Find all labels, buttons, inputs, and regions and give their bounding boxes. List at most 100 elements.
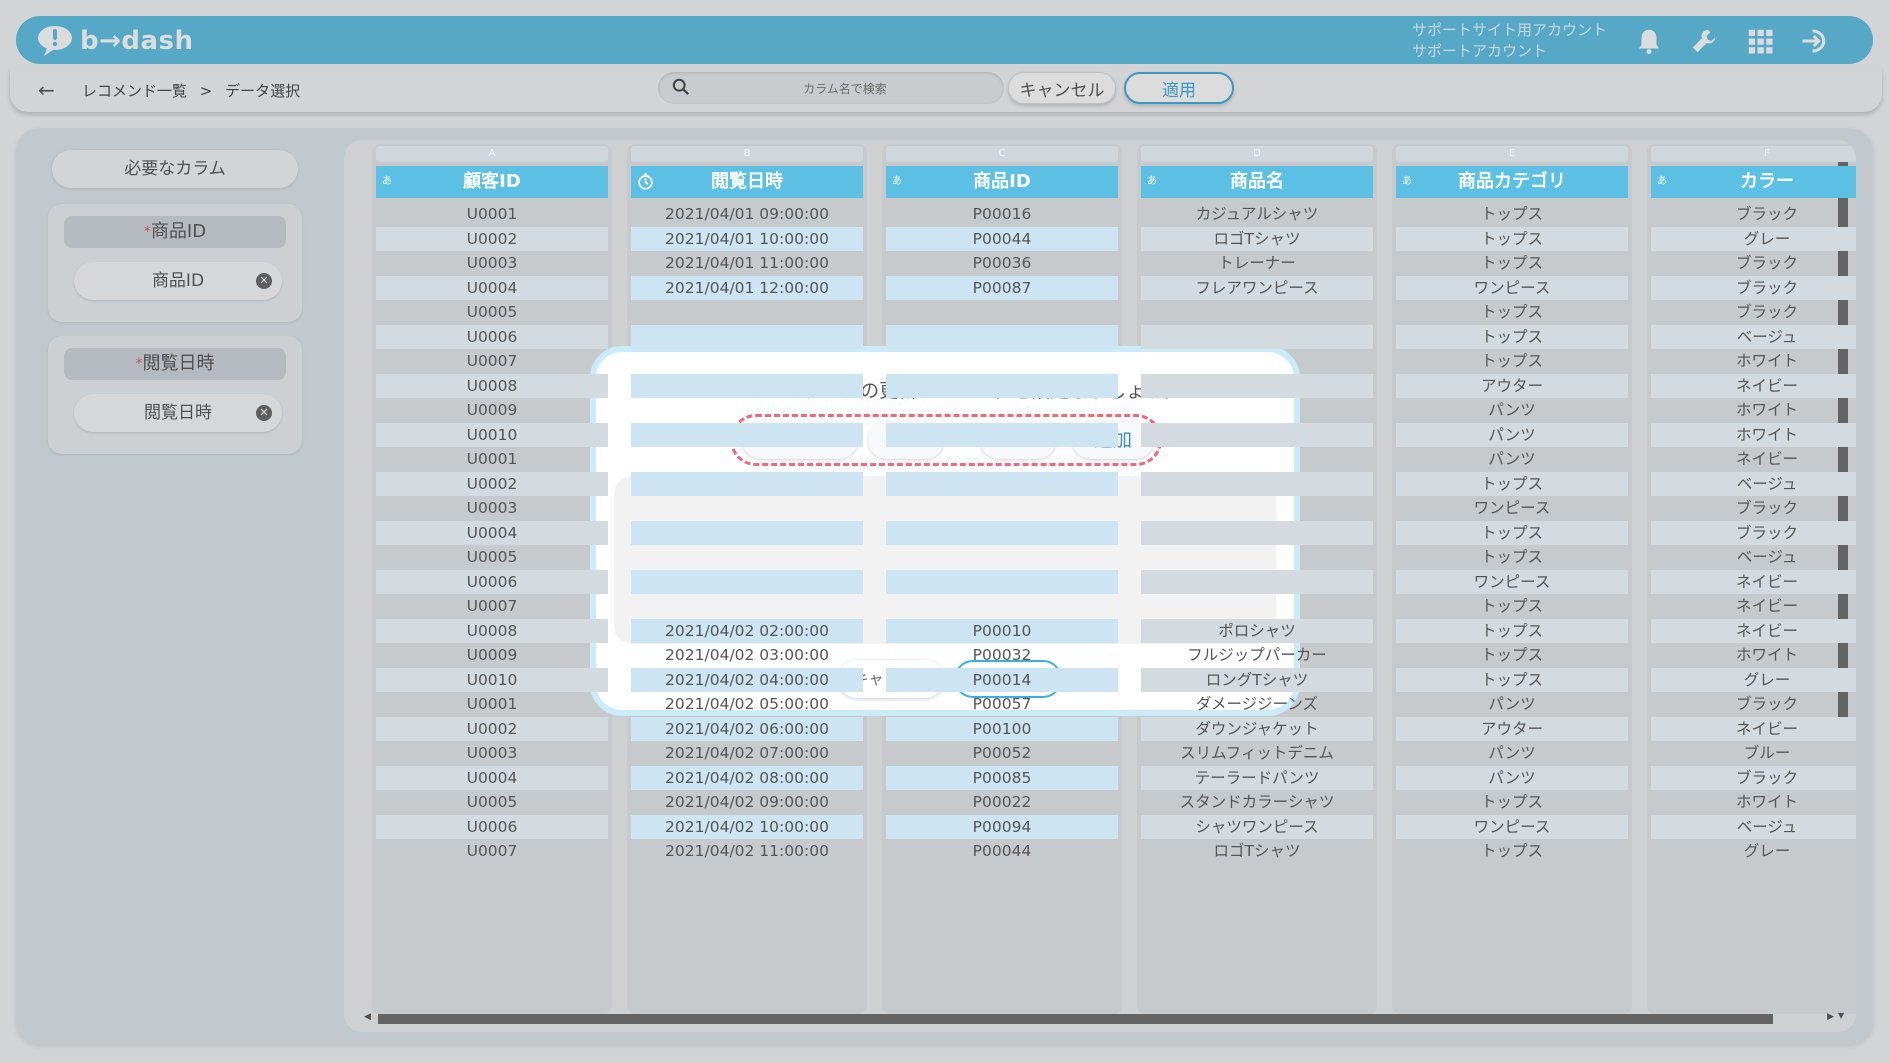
table-cell [631, 496, 863, 521]
table-cell: P00094 [886, 814, 1118, 839]
text-type-icon: あ [1402, 176, 1412, 187]
table-cell: 2021/04/02 07:00:00 [665, 744, 829, 762]
table-cell: パンツ [1488, 401, 1536, 419]
table-cell: ベージュ [1651, 471, 1856, 496]
table-column[interactable]: E あ商品カテゴリ トップス トップス トップス ワンピース トップス トップス トップス アウタ… [1388, 140, 1636, 1014]
table-cell: U0001 [466, 205, 518, 223]
table-column[interactable]: C あ商品ID P00016 P00044 P00036 P00087 P00010 P000… [878, 140, 1126, 1014]
table-cell: U0004 [376, 520, 608, 545]
table-cell [886, 447, 1118, 472]
table-cell [1141, 594, 1373, 619]
table-cell: P00044 [972, 842, 1032, 860]
column-cells: カジュアルシャツ ロゴTシャツ トレーナー フレアワンピース ポロシャツ フルジップパーカ… [1133, 202, 1381, 864]
table-cell [1141, 496, 1373, 521]
table-cell: U0003 [466, 254, 518, 272]
table-cell: ネイビー [1651, 569, 1856, 594]
table-cell: U0005 [466, 303, 518, 321]
text-type-icon: あ [892, 176, 902, 187]
column-header[interactable]: 閲覧日時 [631, 166, 863, 198]
table-cell: P00057 [972, 695, 1032, 713]
table-cell [631, 398, 863, 423]
table-cell [1141, 545, 1373, 570]
table-cell: ネイビー [1735, 450, 1798, 468]
table-cell [1141, 300, 1373, 325]
column-header-label: 商品ID [973, 171, 1031, 192]
table-cell [1141, 520, 1373, 545]
table-cell: トップス [1396, 618, 1628, 643]
table-cell: ホワイト [1735, 352, 1798, 370]
table-cell: トップス [1480, 548, 1543, 566]
table-cell [886, 471, 1118, 496]
table-cell: トップス [1480, 205, 1543, 223]
table-cell: スタンドカラーシャツ [1179, 793, 1335, 811]
column-header[interactable]: あ 商品カテゴリ [1396, 166, 1628, 198]
table-column[interactable]: D あ 商品名 カジュアルシャツ ロゴTシャツ トレーナー フレアワンピース ポロシャツ フルジ… [1133, 140, 1381, 1014]
table-cell: P00052 [972, 744, 1032, 762]
column-header[interactable]: あ 商品名 [1141, 166, 1373, 198]
table-cell [631, 594, 863, 619]
table-cell: ダメージジーンズ [1195, 695, 1319, 713]
table-cell: P00016 [972, 205, 1032, 223]
table-cell: U0002 [376, 471, 608, 496]
table-cell: U0006 [376, 569, 608, 594]
table-cell: U0007 [466, 842, 518, 860]
table-columns: A あ顧客ID U0001 U0002 U0003 U0004 U0005 U0006 U000… [368, 140, 1856, 1014]
column-cells: 2021/04/01 09:00:00 2021/04/01 10:00:00 20… [623, 202, 871, 864]
table-column[interactable]: B 閲覧日時 2021/04/01 09:00:00 2021/04/01 10:00… [623, 140, 871, 1014]
table-cell [886, 373, 1118, 398]
column-letter: B [631, 146, 863, 162]
table-cell [631, 520, 863, 545]
table-cell: P00085 [886, 765, 1118, 790]
table-cell: ブラック [1735, 303, 1798, 321]
table-cell: 2021/04/02 11:00:00 [665, 842, 829, 860]
table-cell [886, 398, 1118, 423]
table-cell [1141, 349, 1373, 374]
table-cell: パンツ [1488, 695, 1536, 713]
column-header-label: カラー [1740, 171, 1794, 192]
table-cell: U0001 [466, 695, 518, 713]
table-cell: ネイビー [1651, 618, 1856, 643]
table-cell [886, 545, 1118, 570]
table-cell: ホワイト [1735, 401, 1798, 419]
table-cell: ブラック [1735, 254, 1798, 272]
table-cell [1141, 447, 1373, 472]
column-header[interactable]: あ 商品ID [886, 166, 1118, 198]
table-cell: U0002 [376, 226, 608, 251]
table-cell: ワンピース [1396, 569, 1628, 594]
column-header[interactable]: あ 顧客ID [376, 166, 608, 198]
table-cell [1141, 398, 1373, 423]
text-type-icon: あ [382, 176, 392, 187]
table-cell: P00010 [886, 618, 1118, 643]
table-cell: ワンピース [1396, 275, 1628, 300]
table-cell: トップス [1480, 646, 1543, 664]
table-column[interactable]: A あ顧客ID U0001 U0002 U0003 U0004 U0005 U0006 U000… [368, 140, 616, 1014]
clock-icon [638, 173, 653, 190]
table-cell [631, 545, 863, 570]
table-cell: P00100 [886, 716, 1118, 741]
table-cell: グレー [1651, 667, 1856, 692]
table-cell: パンツ [1488, 744, 1536, 762]
table-cell: トップス [1396, 324, 1628, 349]
table-cell: ブラック [1651, 765, 1856, 790]
table-cell: P00044 [886, 226, 1118, 251]
table-cell: テーラードパンツ [1141, 765, 1373, 790]
table-cell [631, 447, 863, 472]
table-cell [631, 373, 863, 398]
table-column[interactable]: F あカラー ブラック グレー ブラック ブラック ブラック ベージュ ホワイト ネイビー ホワイト… [1643, 140, 1856, 1014]
table-cell: ワンピース [1396, 814, 1628, 839]
table-cell [1141, 324, 1373, 349]
table-cell: トップス [1396, 667, 1628, 692]
table-cell: トップス [1396, 471, 1628, 496]
text-type-icon: あ [1147, 176, 1157, 187]
table-cell: スリムフィットデニム [1180, 744, 1334, 762]
column-header[interactable]: あ カラー [1651, 166, 1856, 198]
table-cell: 2021/04/01 10:00:00 [631, 226, 863, 251]
table-cell: ネイビー [1651, 716, 1856, 741]
table-cell: ネイビー [1735, 597, 1798, 615]
table-cell [1141, 471, 1373, 496]
table-cell: フレアワンピース [1141, 275, 1373, 300]
table-cell: ダウンジャケット [1141, 716, 1373, 741]
table-cell [886, 324, 1118, 349]
table-cell: ブルー [1743, 744, 1791, 762]
table-cell: 2021/04/01 12:00:00 [631, 275, 863, 300]
